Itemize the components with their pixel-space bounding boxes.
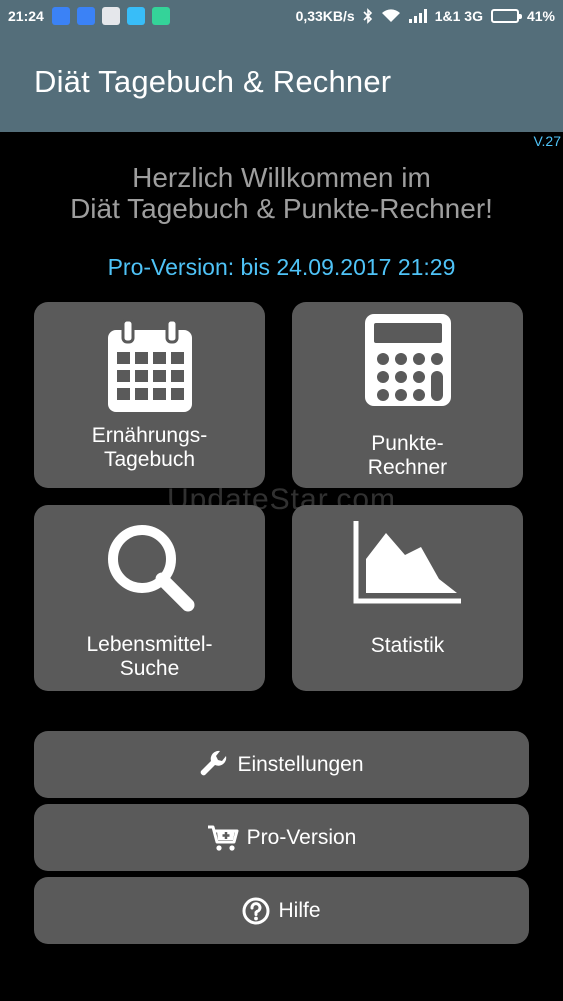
diary-label-line-1: Ernährungs- bbox=[91, 424, 208, 447]
settings-button[interactable]: Einstellungen bbox=[34, 731, 529, 798]
food-search-label-line-2: Suche bbox=[119, 657, 180, 680]
diary-tile-button[interactable]: Ernährungs- Tagebuch bbox=[34, 302, 265, 488]
cart-plus-icon bbox=[207, 825, 239, 851]
mail-icon bbox=[76, 6, 95, 25]
app-icon bbox=[126, 6, 145, 25]
app-icon bbox=[101, 6, 120, 25]
help-button[interactable]: Hilfe bbox=[34, 877, 529, 944]
help-circle-icon bbox=[242, 897, 270, 924]
statistics-tile-label: Statistik bbox=[370, 634, 445, 657]
area-chart-icon bbox=[353, 521, 461, 604]
points-calculator-tile-button[interactable]: Punkte- Rechner bbox=[292, 302, 523, 488]
signal-icon bbox=[408, 8, 427, 23]
battery-icon bbox=[490, 8, 522, 23]
wifi-icon bbox=[381, 9, 400, 22]
app-bar: Diät Tagebuch & Rechner bbox=[0, 31, 563, 132]
diary-label-line-2: Tagebuch bbox=[103, 448, 196, 471]
welcome-line-1: Herzlich Willkommen im bbox=[132, 162, 431, 193]
app-title: Diät Tagebuch & Rechner bbox=[34, 63, 392, 99]
calendar-icon bbox=[107, 318, 192, 412]
help-button-label: Hilfe bbox=[278, 898, 321, 922]
wrench-icon bbox=[201, 750, 227, 775]
mail-icon bbox=[51, 6, 70, 25]
status-time: 21:24 bbox=[8, 7, 44, 24]
diary-tile-label: Ernährungs- Tagebuch bbox=[92, 424, 208, 472]
battery-percent: 41% bbox=[526, 7, 555, 24]
status-bar: 21:24 0,33KB/s 1&1 3G 41% bbox=[0, 0, 563, 31]
statistics-tile-button[interactable]: Statistik bbox=[292, 505, 523, 691]
food-search-tile-label: Lebensmittel- Suche bbox=[86, 633, 212, 681]
bluetooth-icon bbox=[363, 7, 372, 24]
pro-status-text: Pro-Version: bis 24.09.2017 21:29 bbox=[107, 254, 456, 280]
calculator-label-line-2: Rechner bbox=[367, 456, 448, 479]
food-search-label-line-1: Lebensmittel- bbox=[86, 633, 213, 656]
net-speed: 0,33KB/s bbox=[295, 7, 355, 24]
pro-version-button[interactable]: Pro-Version bbox=[34, 804, 529, 871]
settings-button-label: Einstellungen bbox=[237, 752, 364, 776]
search-icon bbox=[107, 525, 194, 612]
welcome-line-2: Diät Tagebuch & Punkte-Rechner! bbox=[70, 193, 493, 224]
welcome-text: Herzlich Willkommen im Diät Tagebuch & P… bbox=[0, 162, 563, 224]
calculator-icon bbox=[364, 314, 451, 406]
calculator-label-line-1: Punkte- bbox=[371, 432, 444, 455]
status-right: 0,33KB/s 1&1 3G 41% bbox=[296, 8, 555, 24]
carrier-label: 1&1 3G bbox=[434, 7, 483, 24]
calculator-tile-label: Punkte- Rechner bbox=[368, 432, 447, 480]
pro-version-button-label: Pro-Version bbox=[246, 825, 357, 849]
version-label: V.27 bbox=[533, 133, 561, 149]
app-icon bbox=[151, 6, 170, 25]
food-search-tile-button[interactable]: Lebensmittel- Suche bbox=[34, 505, 265, 691]
